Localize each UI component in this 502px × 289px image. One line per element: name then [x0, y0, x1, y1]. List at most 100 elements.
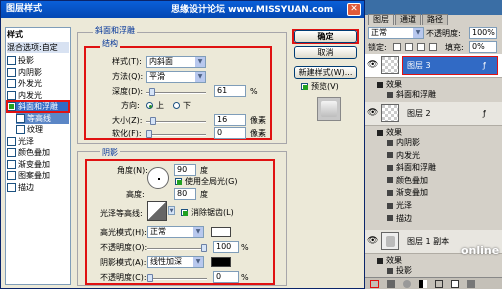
preview-label[interactable]: 预览(V): [311, 82, 339, 92]
adjustment-layer-icon[interactable]: [419, 280, 427, 288]
eye-icon[interactable]: [387, 177, 393, 184]
style-item-checkbox[interactable]: [7, 79, 16, 88]
new-group-icon[interactable]: [435, 280, 443, 288]
layer2-effect[interactable]: 光泽: [387, 201, 412, 210]
depth-field[interactable]: 61: [214, 85, 246, 97]
antialias-checkbox[interactable]: [181, 209, 188, 216]
style-item[interactable]: 渐变叠加: [7, 159, 69, 170]
layer2-effect[interactable]: 描边: [387, 214, 412, 223]
tab-channels[interactable]: 通道: [395, 14, 421, 25]
eye-icon[interactable]: [387, 189, 393, 196]
style-item[interactable]: 内阴影: [7, 67, 69, 78]
angle-dial[interactable]: [147, 167, 169, 189]
chevron-down-icon[interactable]: ▼: [193, 227, 203, 237]
highlight-color-swatch[interactable]: [211, 227, 231, 237]
layer1copy-effect-shadow[interactable]: 投影: [387, 266, 412, 275]
lock-transparency-icon[interactable]: [393, 43, 401, 51]
lock-image-icon[interactable]: [405, 43, 413, 51]
chevron-down-icon[interactable]: ▼: [195, 57, 205, 67]
eye-icon[interactable]: 👁: [367, 237, 378, 246]
eye-icon[interactable]: [387, 152, 393, 159]
dialog-titlebar[interactable]: 图层样式 思缘设计论坛 www.MISSYUAN.com ✕: [1, 1, 364, 18]
shadow-opacity-knob[interactable]: [147, 274, 153, 282]
chevron-down-icon[interactable]: ▼: [195, 72, 205, 82]
cancel-button[interactable]: 取消: [294, 46, 357, 59]
layer-row-layer2[interactable]: 👁 图层 2 ƒ: [365, 102, 502, 126]
direction-down-radio[interactable]: [173, 102, 180, 109]
style-item[interactable]: 外发光: [7, 78, 69, 89]
chevron-down-icon[interactable]: ▼: [193, 257, 203, 267]
style-item[interactable]: 颜色叠加: [7, 147, 69, 158]
eye-icon[interactable]: [387, 215, 393, 222]
style-item-checkbox[interactable]: [16, 125, 25, 134]
layer3-effect-bevel[interactable]: 斜面和浮雕: [387, 90, 436, 99]
eye-icon[interactable]: [387, 91, 393, 98]
global-light-checkbox[interactable]: [175, 178, 182, 185]
eye-icon[interactable]: 👁: [367, 109, 378, 118]
layer2-effect[interactable]: 斜面和浮雕: [387, 163, 436, 172]
global-light-label[interactable]: 使用全局光(G): [185, 177, 237, 187]
size-field[interactable]: 16: [214, 114, 246, 126]
add-mask-icon[interactable]: [403, 280, 411, 288]
highlight-mode-select[interactable]: 正常 ▼: [147, 226, 204, 238]
ok-button[interactable]: 确定: [294, 30, 357, 43]
opacity-field[interactable]: 100%: [469, 27, 497, 39]
style-item[interactable]: 投影: [7, 55, 69, 66]
highlight-opacity-track[interactable]: [147, 248, 207, 250]
style-item-checkbox[interactable]: [7, 102, 16, 111]
tab-layers[interactable]: 图层: [368, 14, 394, 25]
style-item-checkbox[interactable]: [16, 113, 25, 123]
style-item[interactable]: 内发光: [7, 90, 69, 101]
new-style-button[interactable]: 新建样式(W)...: [294, 66, 357, 79]
style-item[interactable]: 图案叠加: [7, 170, 69, 181]
preview-checkbox[interactable]: [301, 83, 308, 90]
style-item-checkbox[interactable]: [7, 90, 16, 100]
layer2-effect[interactable]: 颜色叠加: [387, 176, 428, 185]
eye-icon[interactable]: [387, 202, 393, 209]
blend-mode-select[interactable]: 正常 ▼: [368, 27, 424, 39]
style-item[interactable]: 等高线: [16, 112, 69, 124]
gloss-contour-swatch[interactable]: [147, 201, 167, 221]
shadow-color-swatch[interactable]: [211, 257, 231, 267]
trash-icon[interactable]: [467, 280, 475, 288]
style-item-checkbox[interactable]: [7, 136, 16, 146]
shadow-opacity-field[interactable]: 0: [213, 271, 239, 283]
lock-all-icon[interactable]: [429, 43, 437, 51]
new-layer-icon[interactable]: [451, 280, 459, 288]
soften-slider-track[interactable]: [146, 134, 206, 136]
depth-slider-knob[interactable]: [149, 88, 156, 96]
style-select[interactable]: 内斜面 ▼: [146, 56, 206, 68]
blend-options-item[interactable]: 混合选项:自定: [7, 42, 69, 53]
layer2-effect[interactable]: 内阴影: [387, 138, 420, 147]
style-item-checkbox[interactable]: [7, 182, 16, 192]
chevron-down-icon[interactable]: ▼: [168, 206, 175, 215]
direction-up-label[interactable]: 上: [156, 101, 164, 111]
add-style-icon[interactable]: [387, 280, 395, 288]
style-item-checkbox[interactable]: [7, 159, 16, 169]
altitude-field[interactable]: 80: [174, 188, 196, 200]
close-icon[interactable]: ✕: [347, 3, 361, 16]
layer2-effect[interactable]: 渐变叠加: [387, 188, 428, 197]
fill-field[interactable]: 0%: [469, 41, 497, 53]
style-item[interactable]: 光泽: [7, 136, 69, 147]
size-slider-knob[interactable]: [149, 117, 156, 125]
lock-position-icon[interactable]: [417, 43, 425, 51]
soften-slider-knob[interactable]: [146, 130, 152, 138]
tab-paths[interactable]: 路径: [422, 14, 448, 25]
highlight-opacity-knob[interactable]: [201, 244, 207, 252]
antialias-label[interactable]: 消除锯齿(L): [191, 208, 234, 218]
chevron-down-icon[interactable]: ▼: [413, 28, 423, 38]
layer2-effect[interactable]: 内发光: [387, 151, 420, 160]
style-item-checkbox[interactable]: [7, 67, 16, 77]
eye-icon[interactable]: 👁: [367, 61, 378, 70]
eye-icon[interactable]: [387, 164, 393, 171]
style-item-checkbox[interactable]: [7, 171, 16, 180]
shadow-mode-select[interactable]: 线性加深 ▼: [147, 256, 204, 268]
style-item-checkbox[interactable]: [7, 56, 16, 65]
direction-up-radio[interactable]: [146, 102, 153, 109]
style-item[interactable]: 纹理: [16, 124, 69, 135]
eye-icon[interactable]: [387, 267, 393, 274]
angle-field[interactable]: 90: [174, 164, 196, 176]
direction-down-label[interactable]: 下: [183, 101, 191, 111]
style-item[interactable]: 斜面和浮雕: [6, 100, 70, 113]
